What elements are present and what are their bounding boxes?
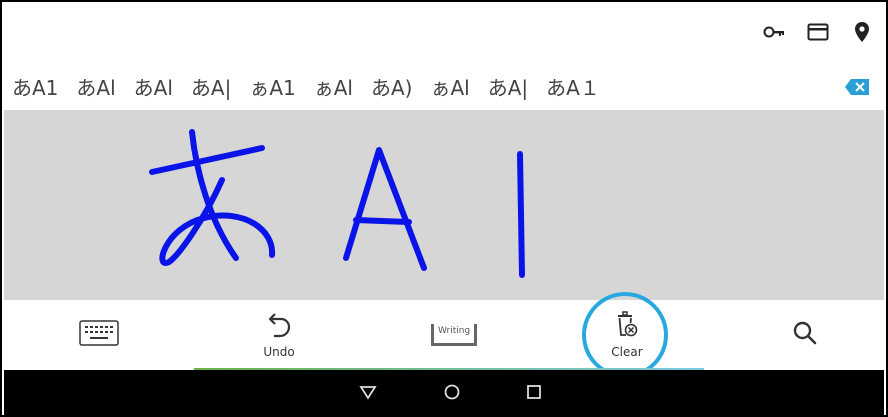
ink-strokes <box>149 129 525 278</box>
writing-mode-icon: Writing <box>431 324 477 346</box>
candidate-item[interactable]: ぁAl <box>314 72 353 101</box>
top-icons <box>762 20 874 44</box>
keyboard-button[interactable] <box>74 300 124 370</box>
search-icon <box>792 320 818 350</box>
app-window: あA1 あAl あAl あA| ぁA1 ぁAl あA) ぁAl あA| あA１ <box>0 0 888 417</box>
recents-icon[interactable] <box>522 380 546 404</box>
candidate-item[interactable]: ぁA1 <box>249 72 295 101</box>
candidate-item[interactable]: あAl <box>134 72 173 101</box>
candidate-item[interactable]: あA) <box>371 72 412 101</box>
top-bar <box>4 4 884 66</box>
location-pin-icon[interactable] <box>850 20 874 44</box>
clear-highlight-ring <box>582 292 668 378</box>
navigation-bar <box>4 370 884 415</box>
candidate-item[interactable]: あA１ <box>546 72 600 101</box>
writing-label: Writing <box>438 326 471 336</box>
back-icon[interactable] <box>356 380 380 404</box>
candidate-item[interactable]: ぁAl <box>430 72 469 101</box>
home-icon[interactable] <box>440 380 464 404</box>
candidate-item[interactable]: あA1 <box>12 72 58 101</box>
candidate-item[interactable]: あA| <box>488 72 528 101</box>
candidate-item[interactable]: あA| <box>191 72 231 101</box>
search-button[interactable] <box>780 300 830 370</box>
undo-icon <box>266 311 292 343</box>
card-icon[interactable] <box>806 20 830 44</box>
keyboard-toolbar: Undo Writing Clear <box>4 300 884 370</box>
key-icon[interactable] <box>762 20 786 44</box>
candidate-list: あA1 あAl あAl あA| ぁA1 ぁAl あA) ぁAl あA| あA１ <box>12 72 618 101</box>
backspace-icon[interactable] <box>844 78 870 96</box>
undo-label: Undo <box>263 345 295 359</box>
handwriting-canvas[interactable] <box>4 110 884 300</box>
undo-button[interactable]: Undo <box>254 300 304 370</box>
candidate-item[interactable]: あAl <box>76 72 115 101</box>
keyboard-icon <box>79 320 119 350</box>
candidate-bar: あA1 あAl あAl あA| ぁA1 ぁAl あA) ぁAl あA| あA１ <box>4 66 884 110</box>
writing-mode-button[interactable]: Writing <box>424 300 484 370</box>
